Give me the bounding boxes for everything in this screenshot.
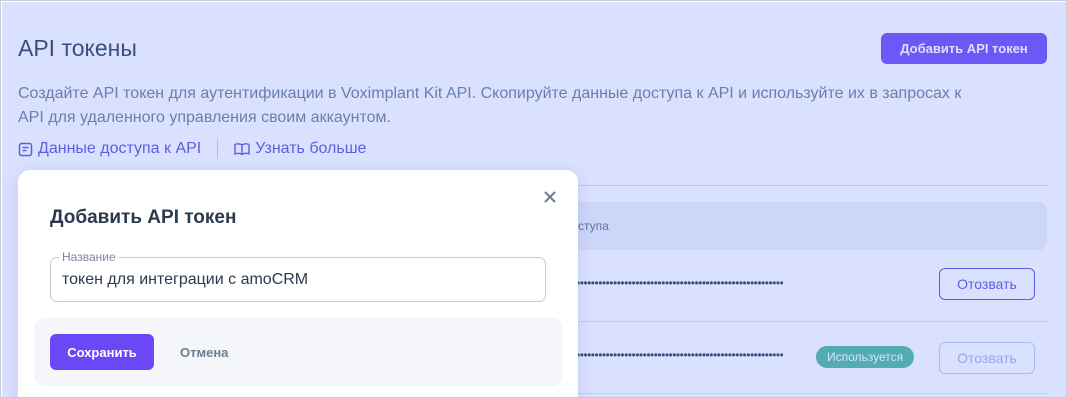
save-button[interactable]: Сохранить [50, 334, 154, 370]
app-window: API токены Добавить API токен Создайте A… [0, 0, 1067, 398]
close-button[interactable] [541, 188, 559, 206]
token-name-input[interactable] [62, 258, 532, 301]
token-name-field: Название [50, 250, 546, 302]
dialog-title: Добавить API токен [50, 207, 237, 228]
cancel-button[interactable]: Отмена [174, 334, 234, 370]
close-icon [544, 191, 556, 203]
dialog-footer: Сохранить Отмена [34, 318, 562, 386]
add-token-dialog: Добавить API токен Название Сохранить От… [18, 170, 578, 397]
